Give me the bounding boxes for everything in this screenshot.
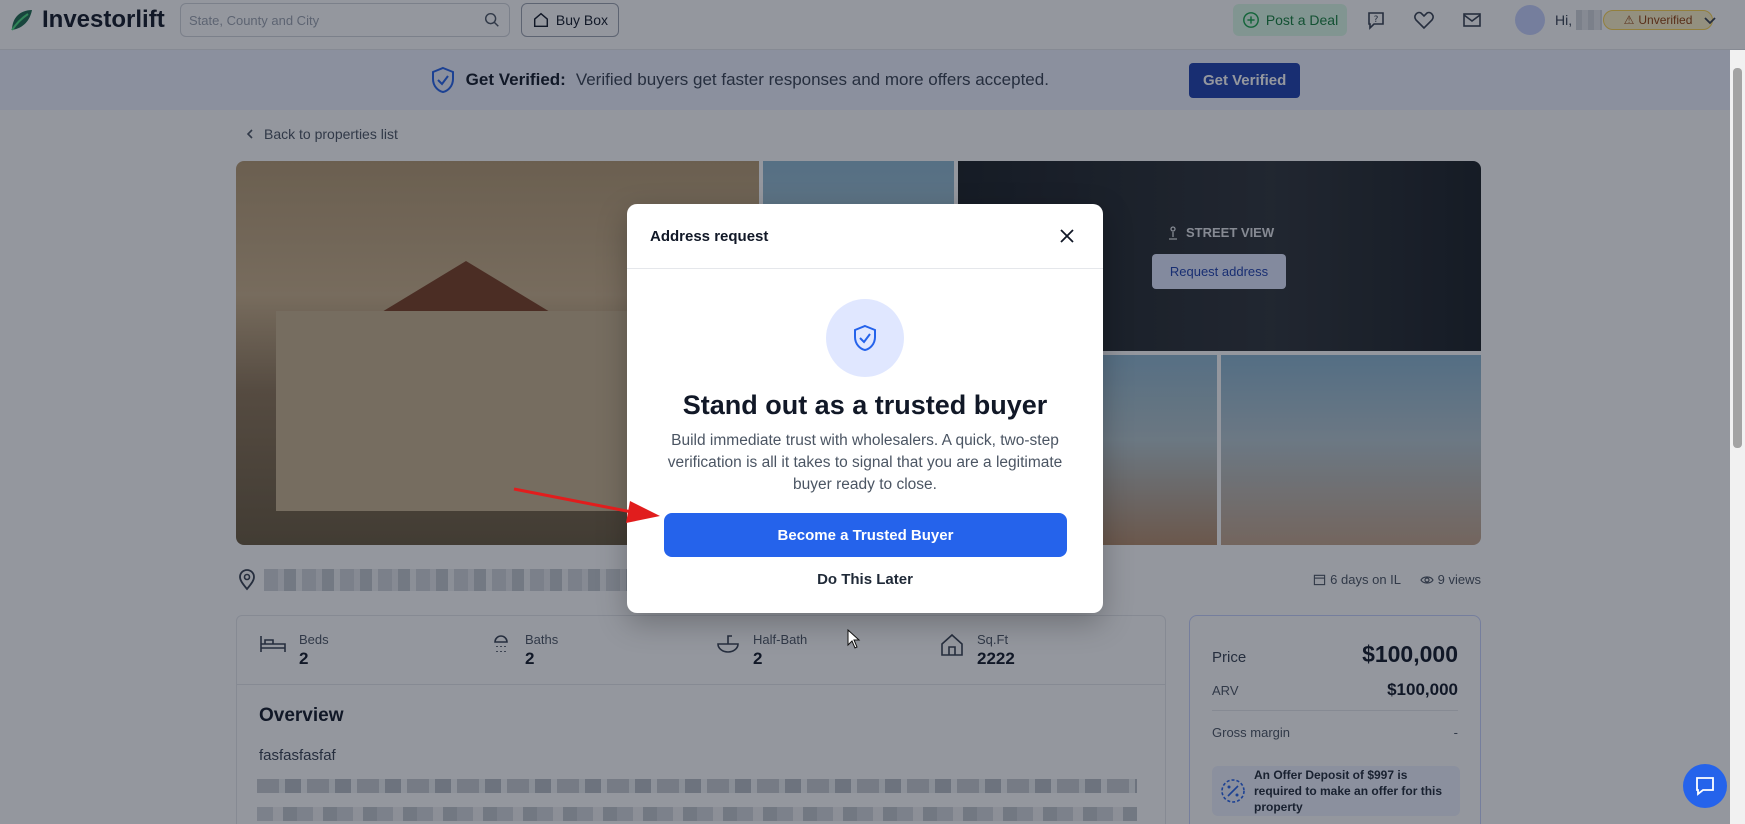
scrollbar-thumb[interactable] (1733, 68, 1742, 448)
modal-body-text: Build immediate trust with wholesalers. … (667, 432, 1063, 493)
address-request-modal: Address request Stand out as a trusted b… (627, 204, 1103, 613)
modal-header: Address request (627, 204, 1103, 269)
mouse-cursor-icon (847, 629, 861, 649)
shield-badge (826, 299, 904, 377)
close-icon[interactable] (1057, 226, 1077, 246)
become-trusted-buyer-button[interactable]: Become a Trusted Buyer (664, 513, 1067, 557)
modal-title: Address request (650, 228, 769, 245)
do-this-later-button[interactable]: Do This Later (627, 571, 1103, 588)
modal-heading: Stand out as a trusted buyer (682, 390, 1048, 420)
chat-icon (1696, 777, 1714, 796)
shield-check-icon (854, 324, 876, 352)
chat-launcher-button[interactable] (1683, 764, 1727, 808)
annotation-arrow-icon (513, 487, 660, 523)
scrollbar[interactable] (1730, 50, 1745, 824)
